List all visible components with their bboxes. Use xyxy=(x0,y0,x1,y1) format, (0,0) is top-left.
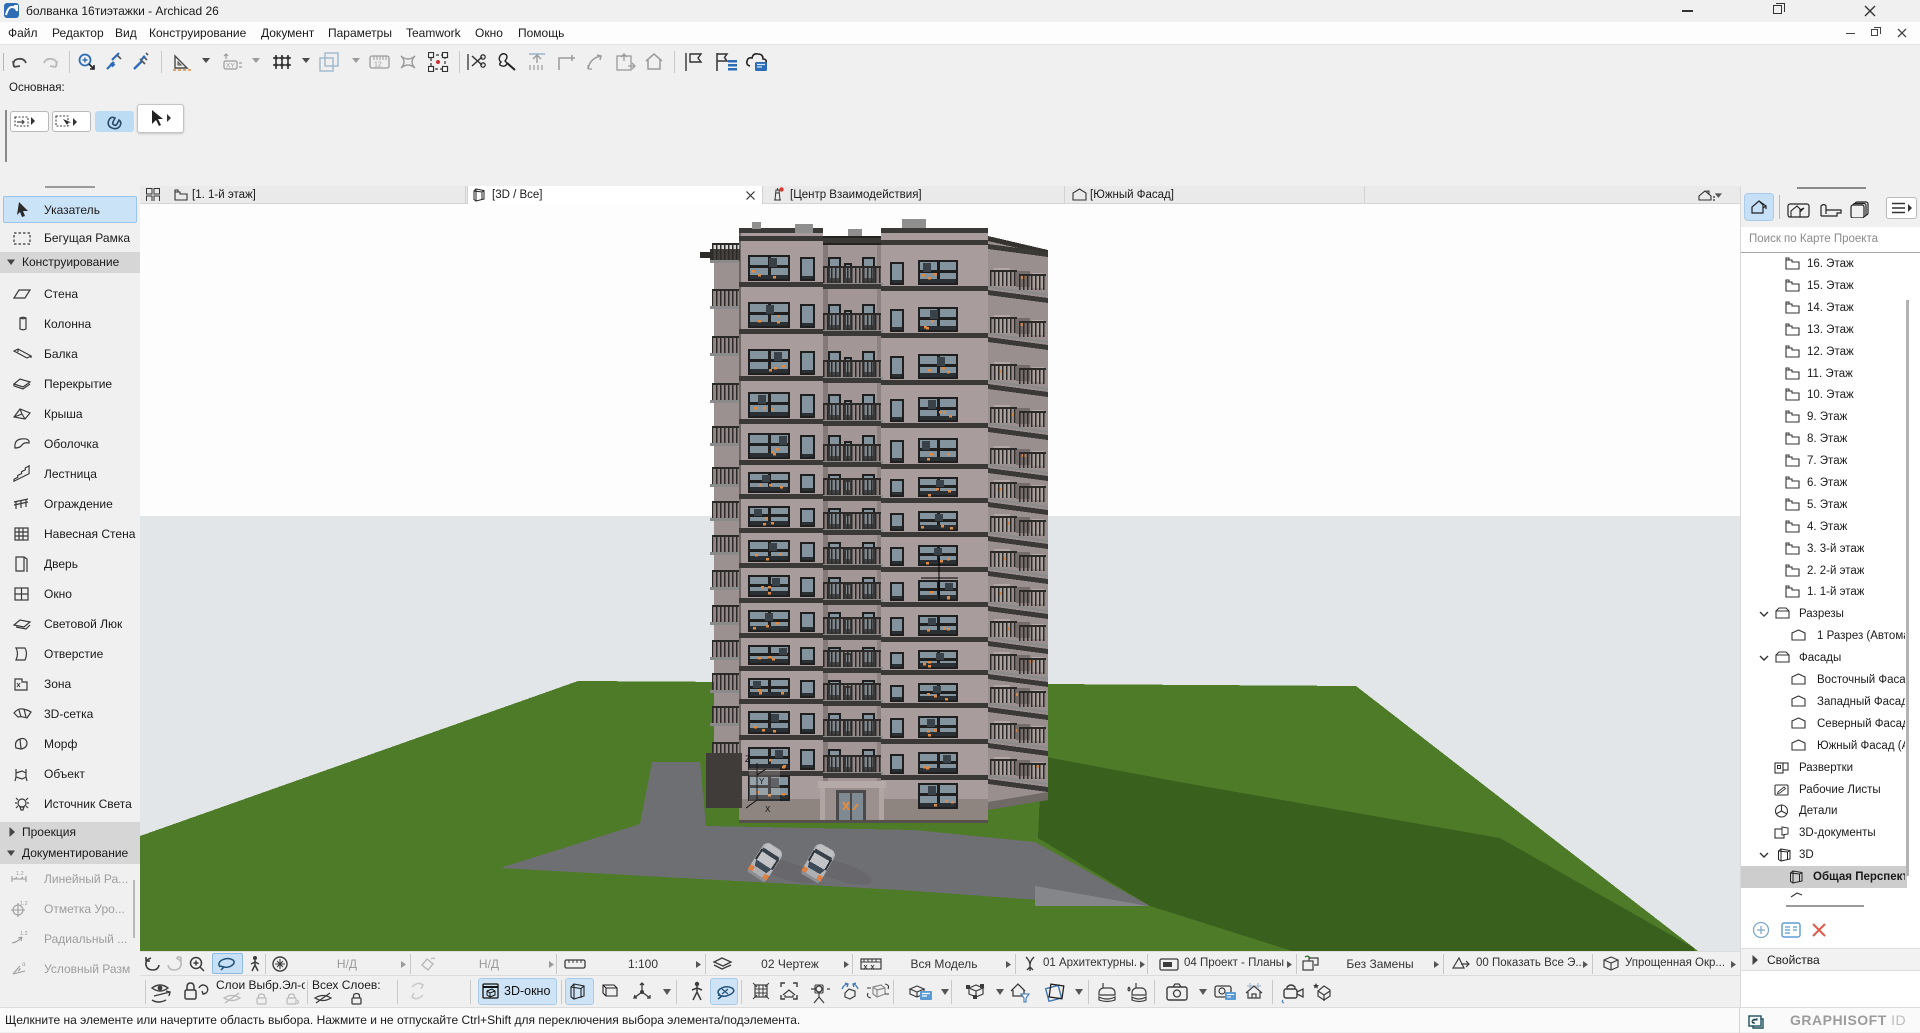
svg-text:1.2: 1.2 xyxy=(20,901,28,907)
svg-text:XY: XY xyxy=(226,63,235,70)
svg-text:12: 12 xyxy=(374,62,382,69)
svg-text:1.2: 1.2 xyxy=(20,931,28,937)
svg-text:X: X xyxy=(765,805,771,814)
svg-text:α: α xyxy=(22,962,26,968)
svg-text:Z: Z xyxy=(745,754,751,764)
svg-text:Y: Y xyxy=(759,777,765,786)
svg-text:1.2: 1.2 xyxy=(16,871,24,877)
